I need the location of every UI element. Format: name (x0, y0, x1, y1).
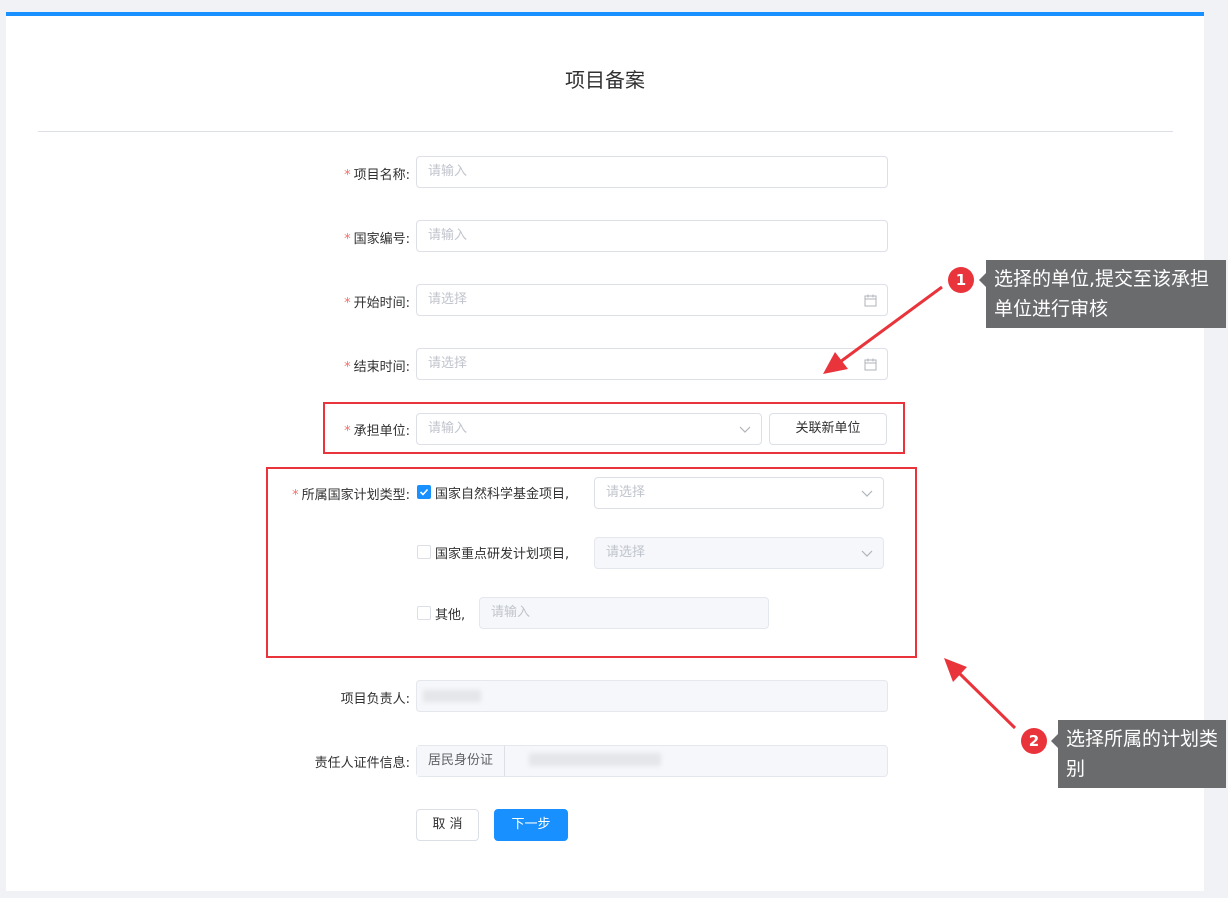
annotation-number-2: 2 (1021, 728, 1047, 754)
arrow-head-1 (823, 352, 848, 374)
tooltip-pointer-2 (1051, 734, 1058, 748)
annotation-number-1: 1 (948, 267, 974, 293)
annotation-tooltip-2: 选择所属的计划类别 (1058, 720, 1226, 788)
tooltip-pointer-1 (979, 273, 986, 287)
annotation-arrow-2 (955, 669, 1017, 730)
annotation-tooltip-1: 选择的单位,提交至该承担单位进行审核 (986, 260, 1226, 328)
annotation-arrows (823, 285, 1017, 730)
annotation-arrow-1 (839, 285, 943, 364)
